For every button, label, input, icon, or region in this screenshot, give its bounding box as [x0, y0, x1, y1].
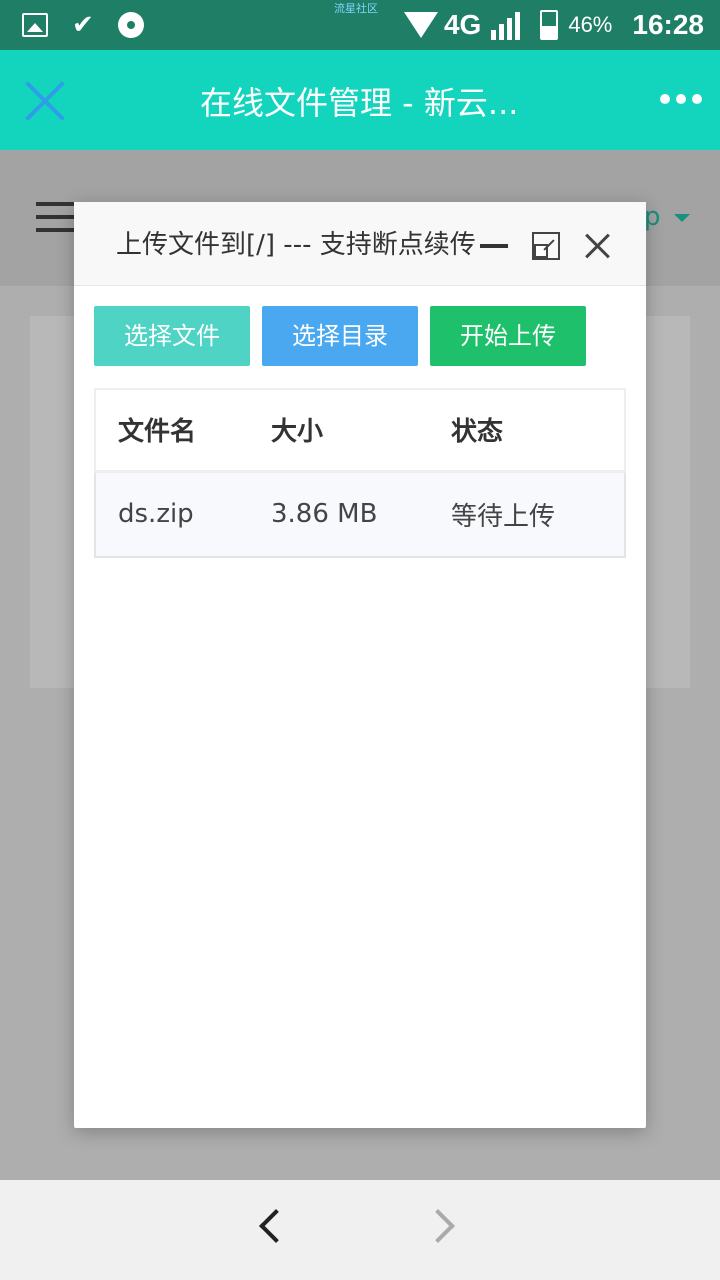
check-icon: ✔	[72, 10, 94, 40]
battery-level: 46%	[568, 12, 613, 37]
close-dialog-icon[interactable]	[584, 232, 612, 260]
select-directory-button[interactable]: 选择目录	[262, 306, 418, 366]
upload-file-table: 文件名 大小 状态 ds.zip 3.86 MB 等待上传	[94, 388, 626, 558]
upload-dialog: 上传文件到[/] --- 支持断点续传 选择文件 选择目录 开始上传 文件名 大…	[74, 202, 646, 1128]
start-upload-button[interactable]: 开始上传	[430, 306, 586, 366]
clock: 16:28	[632, 9, 704, 40]
status-bar: ✔ 流星社区 4G 46% 16:28	[0, 0, 720, 50]
column-header-filename: 文件名	[95, 389, 249, 473]
file-name-cell: ds.zip	[94, 470, 249, 558]
page-title: 在线文件管理 - 新云...	[200, 84, 519, 122]
back-arrow-icon[interactable]	[259, 1209, 293, 1243]
app-title-bar: 在线文件管理 - 新云...	[0, 50, 720, 150]
battery-icon	[540, 10, 559, 40]
dialog-title: 上传文件到[/] --- 支持断点续传	[116, 230, 476, 260]
column-header-status: 状态	[429, 389, 625, 473]
menu-icon	[36, 202, 76, 241]
network-type: 4G	[443, 9, 482, 40]
forward-arrow-icon[interactable]	[421, 1209, 455, 1243]
dialog-header: 上传文件到[/] --- 支持断点续传	[74, 202, 646, 286]
wifi-icon	[403, 12, 438, 38]
user-menu-label: p	[644, 202, 661, 232]
select-file-button[interactable]: 选择文件	[94, 306, 250, 366]
file-size-cell: 3.86 MB	[249, 470, 429, 558]
notification-icons: ✔	[22, 10, 144, 40]
file-status-cell: 等待上传	[429, 470, 626, 558]
signal-icon	[491, 10, 521, 40]
image-icon	[22, 13, 48, 37]
close-icon[interactable]	[24, 80, 66, 122]
caret-down-icon	[674, 214, 690, 222]
browser-nav-bar	[0, 1180, 720, 1280]
watermark-text: 流星社区	[334, 2, 378, 15]
maximize-icon[interactable]	[532, 232, 560, 260]
table-header-row: 文件名 大小 状态	[95, 389, 625, 473]
minimize-icon[interactable]	[480, 244, 508, 248]
table-row[interactable]: ds.zip 3.86 MB 等待上传	[94, 470, 626, 558]
disc-icon	[117, 12, 144, 38]
column-header-size: 大小	[249, 389, 429, 473]
more-options-icon[interactable]	[660, 94, 702, 104]
system-indicators: 4G 46% 16:28	[403, 6, 704, 44]
